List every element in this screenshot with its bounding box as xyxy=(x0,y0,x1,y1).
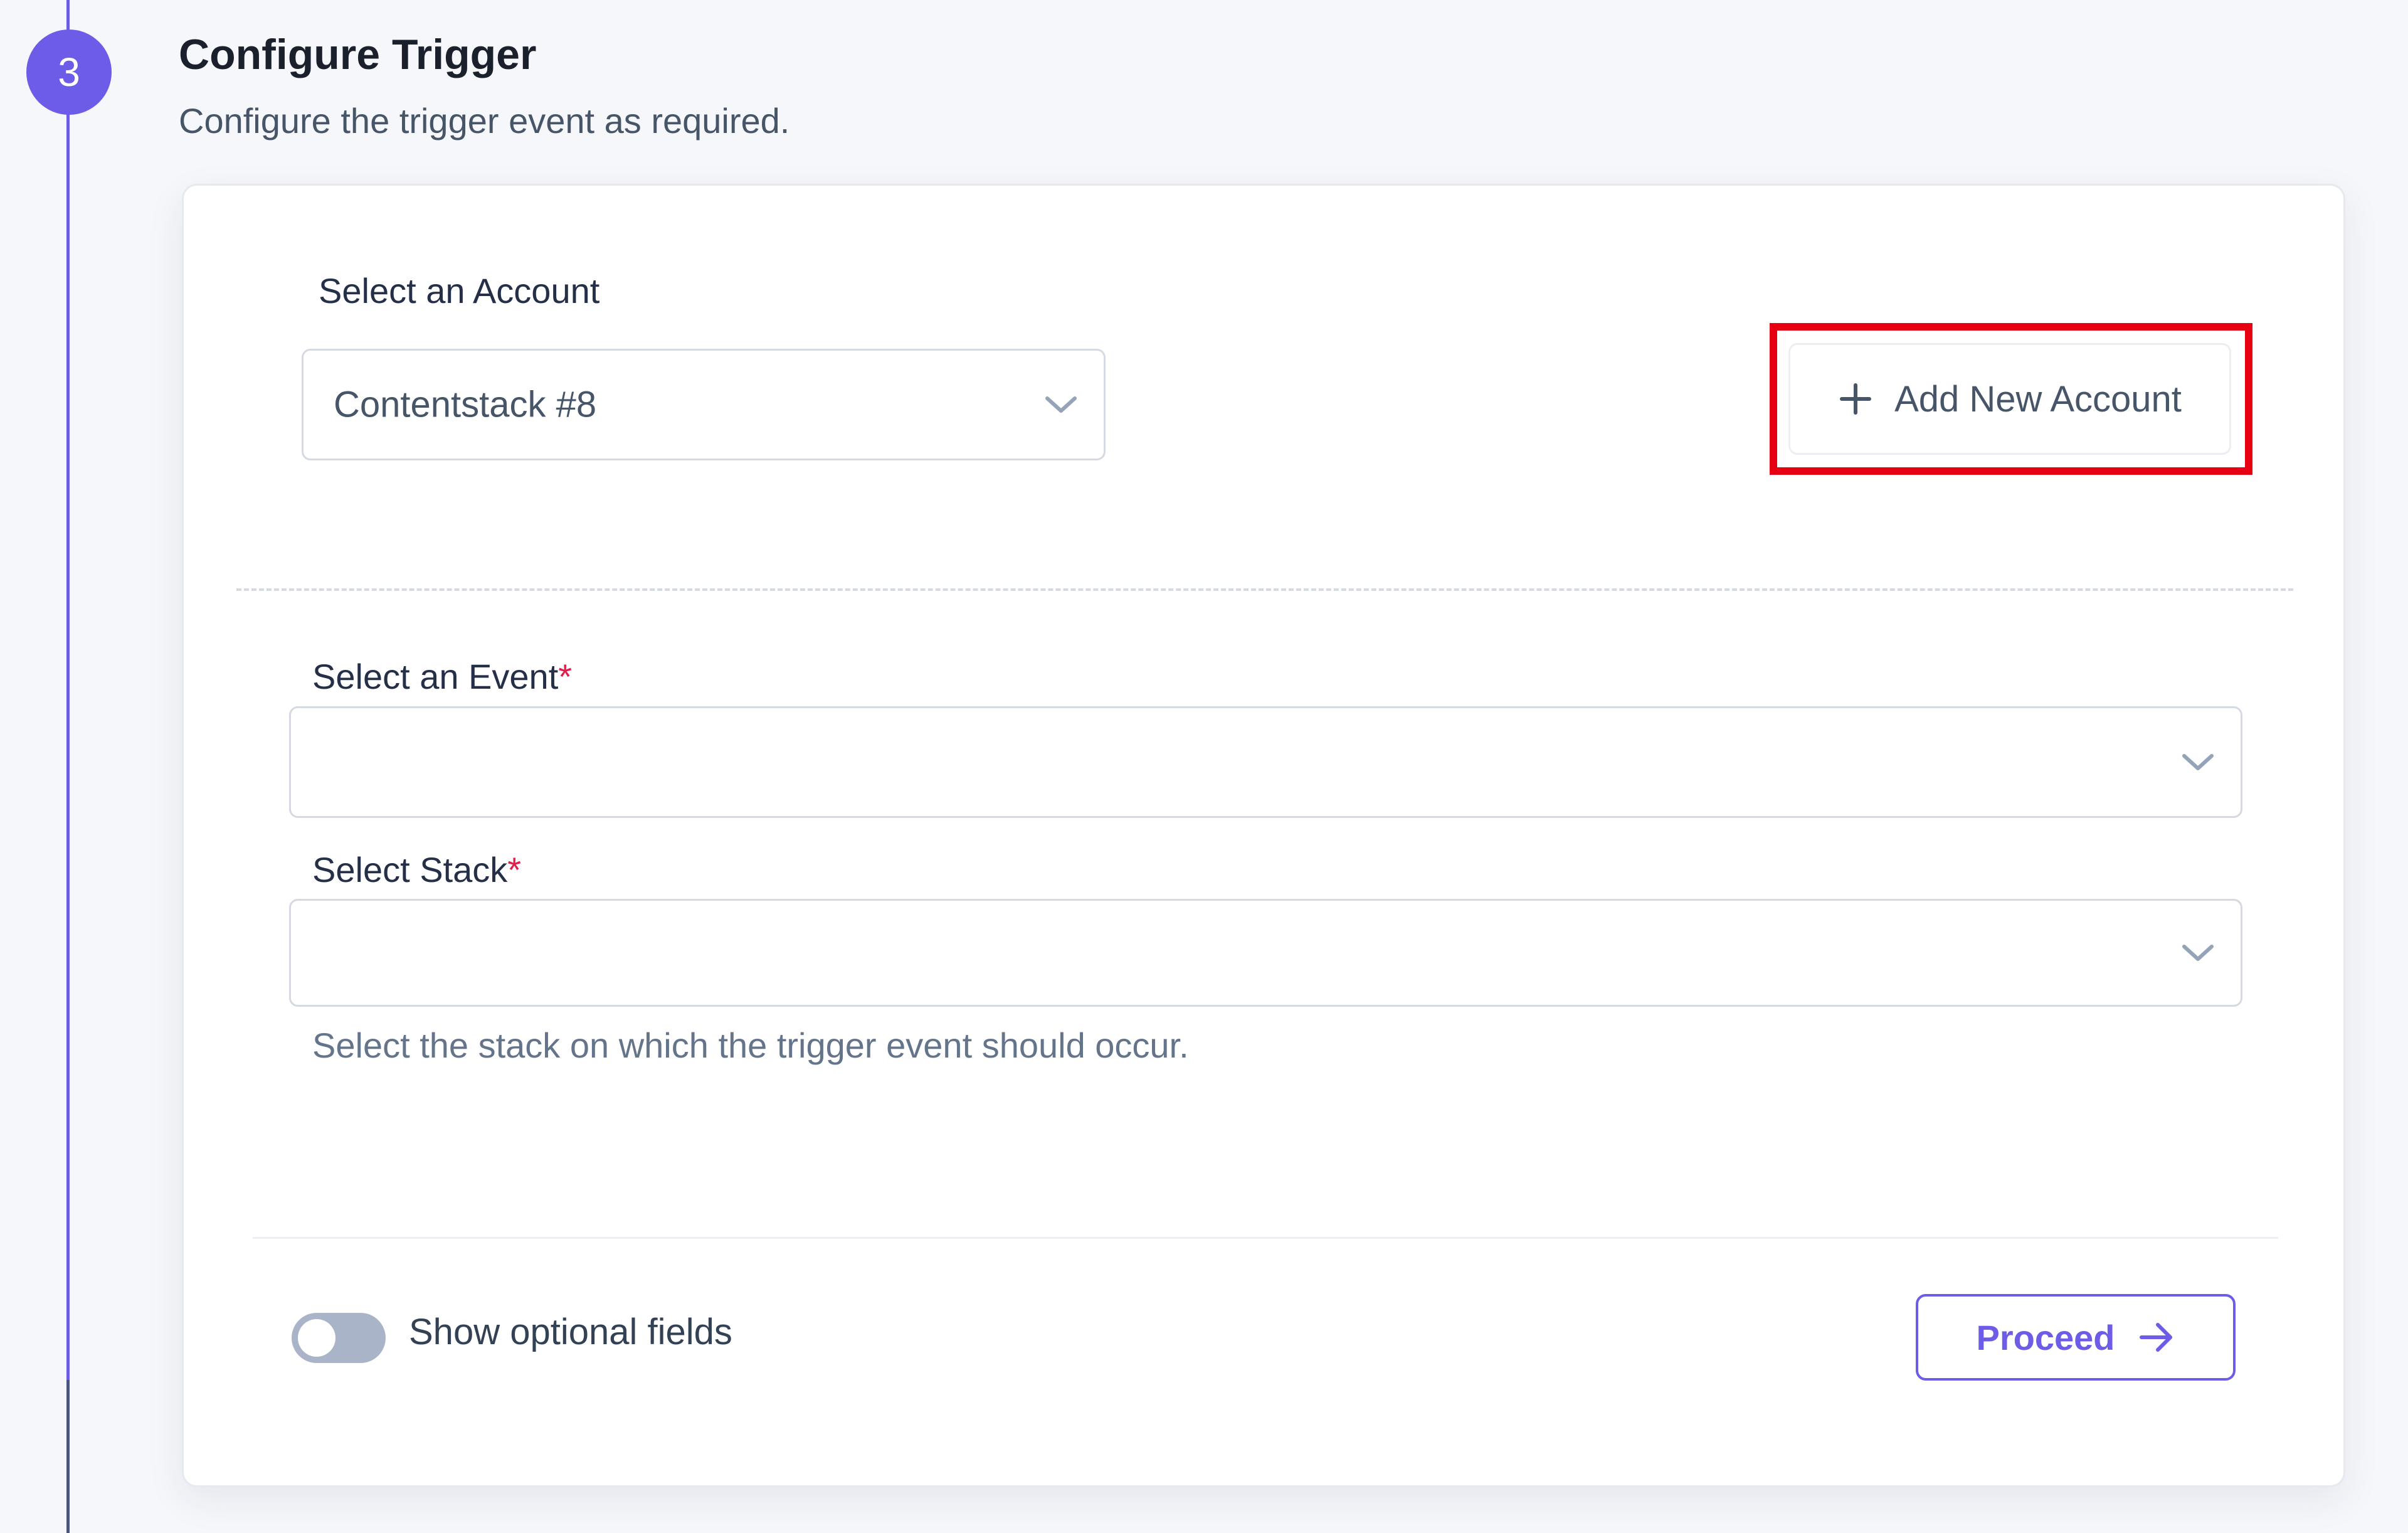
stack-required-mark: * xyxy=(507,850,522,889)
plus-icon xyxy=(1840,383,1872,415)
chevron-down-icon xyxy=(2182,754,2214,770)
event-label-text: Select an Event xyxy=(312,657,559,696)
footer-divider xyxy=(253,1237,2278,1239)
stack-select[interactable] xyxy=(289,899,2242,1007)
page: 3 Configure Trigger Configure the trigge… xyxy=(0,0,2408,1533)
toggle-knob xyxy=(298,1319,335,1357)
proceed-button[interactable]: Proceed xyxy=(1916,1294,2236,1381)
event-label: Select an Event* xyxy=(312,656,572,697)
chevron-down-icon xyxy=(1045,396,1077,413)
stack-help-text: Select the stack on which the trigger ev… xyxy=(312,1026,1189,1065)
proceed-label: Proceed xyxy=(1976,1317,2115,1357)
event-select[interactable] xyxy=(289,706,2242,818)
optional-fields-label: Show optional fields xyxy=(409,1312,732,1352)
step-timeline-line-lower xyxy=(66,1380,70,1533)
account-select[interactable]: Contentstack #8 xyxy=(302,349,1106,460)
account-select-value: Contentstack #8 xyxy=(334,384,597,425)
add-new-account-button[interactable]: Add New Account xyxy=(1788,343,2231,455)
arrow-right-icon xyxy=(2139,1323,2172,1352)
account-label: Select an Account xyxy=(319,271,600,310)
stack-label-text: Select Stack xyxy=(312,850,508,889)
event-required-mark: * xyxy=(558,657,573,696)
step-description: Configure the trigger event as required. xyxy=(179,101,790,141)
add-new-account-label: Add New Account xyxy=(1894,378,2182,420)
step-timeline-line xyxy=(66,0,70,1533)
stack-label: Select Stack* xyxy=(312,849,521,890)
chevron-down-icon xyxy=(2182,945,2214,961)
optional-fields-toggle[interactable] xyxy=(292,1313,386,1363)
section-divider xyxy=(236,588,2293,591)
step-title: Configure Trigger xyxy=(179,31,537,78)
step-number-badge: 3 xyxy=(26,29,112,115)
